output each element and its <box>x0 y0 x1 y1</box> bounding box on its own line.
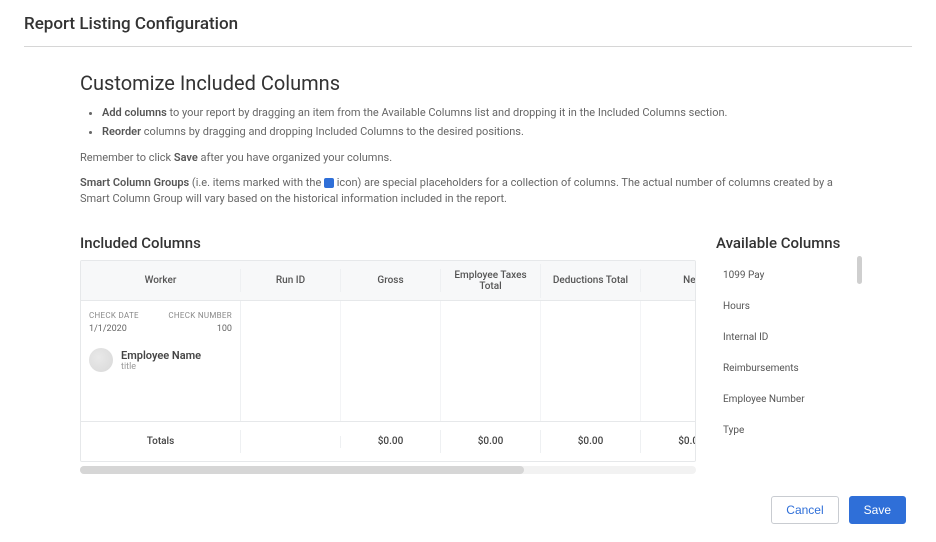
available-item-internal-id[interactable]: Internal ID <box>717 322 856 353</box>
cell-emp-taxes <box>441 301 541 421</box>
totals-deductions: $0.00 <box>541 430 641 453</box>
col-header-emp-taxes[interactable]: Employee Taxes Total <box>441 264 541 298</box>
available-item-type[interactable]: Type <box>717 415 856 446</box>
reminder-prefix: Remember to click <box>80 151 174 164</box>
smart-mid1: (i.e. items marked with the <box>189 176 324 189</box>
horizontal-scroll-thumb[interactable] <box>80 466 524 474</box>
cell-gross <box>341 301 441 421</box>
smart-prefix: Smart Column Groups <box>80 176 189 189</box>
smart-group-icon <box>324 178 334 188</box>
totals-row: Totals $0.00 $0.00 $0.00 $0.00 <box>81 421 696 461</box>
available-item-hours[interactable]: Hours <box>717 291 856 322</box>
worker-sample-block: CHECK DATE CHECK NUMBER 1/1/2020 100 <box>81 301 241 421</box>
save-button[interactable]: Save <box>849 496 906 524</box>
section-heading: Customize Included Columns <box>80 71 856 95</box>
horizontal-scrollbar[interactable] <box>80 466 696 474</box>
employee-name: Employee Name <box>121 349 201 362</box>
col-header-net[interactable]: Net <box>641 269 696 292</box>
instruction-add-text: to your report by dragging an item from … <box>167 106 728 119</box>
employee-title: title <box>121 362 201 372</box>
instruction-add-bold: Add columns <box>102 106 167 119</box>
available-item-reimbursements[interactable]: Reimbursements <box>717 353 856 384</box>
col-header-deductions[interactable]: Deductions Total <box>541 269 641 292</box>
col-header-worker[interactable]: Worker <box>81 269 241 292</box>
cell-runid <box>241 301 341 421</box>
included-columns-title: Included Columns <box>80 234 696 252</box>
check-number-value: 100 <box>217 324 232 334</box>
sample-data-cells <box>241 301 696 421</box>
reminder-text: Remember to click Save after you have or… <box>80 150 856 165</box>
included-columns-preview[interactable]: Worker Run ID Gross Employee Taxes Total… <box>80 260 696 462</box>
totals-emp-taxes: $0.00 <box>441 430 541 453</box>
check-date-value: 1/1/2020 <box>89 324 127 334</box>
available-item-1099pay[interactable]: 1099 Pay <box>717 260 856 291</box>
instructions-list: Add columns to your report by dragging a… <box>102 105 856 140</box>
instruction-reorder-text: columns by dragging and dropping Include… <box>141 125 524 138</box>
reminder-bold: Save <box>174 151 198 164</box>
instruction-reorder-bold: Reorder <box>102 125 141 138</box>
col-header-gross[interactable]: Gross <box>341 269 441 292</box>
check-number-header: CHECK NUMBER <box>168 311 232 320</box>
footer-buttons: Cancel Save <box>771 496 906 524</box>
col-header-runid[interactable]: Run ID <box>241 269 341 292</box>
included-header-row: Worker Run ID Gross Employee Taxes Total… <box>81 261 696 301</box>
vertical-scroll-thumb[interactable] <box>857 256 862 284</box>
instruction-reorder: Reorder columns by dragging and dropping… <box>102 124 856 141</box>
available-columns-title: Available Columns <box>716 234 856 252</box>
cancel-button[interactable]: Cancel <box>771 496 838 524</box>
cell-deductions <box>541 301 641 421</box>
reminder-suffix: after you have organized your columns. <box>198 151 392 164</box>
totals-gross: $0.00 <box>341 430 441 453</box>
page-title: Report Listing Configuration <box>24 14 912 47</box>
smart-group-text: Smart Column Groups (i.e. items marked w… <box>80 175 856 206</box>
totals-net: $0.00 <box>641 430 696 453</box>
check-date-header: CHECK DATE <box>89 311 139 320</box>
totals-label: Totals <box>81 430 241 453</box>
available-item-employee-number[interactable]: Employee Number <box>717 384 856 415</box>
instruction-add: Add columns to your report by dragging a… <box>102 105 856 122</box>
avatar <box>89 348 113 372</box>
totals-runid <box>241 436 341 448</box>
available-columns-list: 1099 Pay Hours Internal ID Reimbursement… <box>716 260 856 446</box>
cell-net <box>641 301 696 421</box>
